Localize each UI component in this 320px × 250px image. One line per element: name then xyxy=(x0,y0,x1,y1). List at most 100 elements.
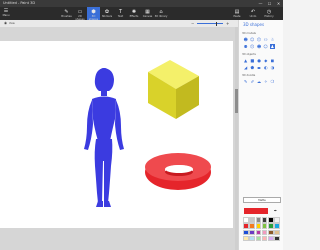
row-obj1-item-icon[interactable]: ▲ xyxy=(243,58,248,63)
color-swatch[interactable] xyxy=(274,235,280,242)
row-doodle-item-icon[interactable]: ☁ xyxy=(256,79,261,84)
minimize-button[interactable]: — xyxy=(256,0,265,7)
color-swatch[interactable] xyxy=(261,235,268,242)
color-swatch[interactable] xyxy=(249,223,255,229)
menu-button[interactable]: ☰ Menu xyxy=(1,8,11,19)
canvas-scene xyxy=(84,60,211,207)
tool-label: 3D library xyxy=(154,14,168,18)
row-obj2-item-icon[interactable]: ◑ xyxy=(270,65,275,70)
drawing-canvas[interactable] xyxy=(0,41,233,228)
tool-label: Effects xyxy=(129,14,139,18)
zoom-slider[interactable] xyxy=(197,21,223,26)
models-row-2: ⚉ ☹ ☻ ☺ ♟ xyxy=(243,44,276,50)
row-models1-item-icon[interactable]: ☃ xyxy=(270,37,275,42)
color-swatch[interactable] xyxy=(243,223,249,229)
panel-title: 3D shapes xyxy=(243,22,265,27)
color-swatch[interactable] xyxy=(274,229,280,236)
row-doodle-item-icon[interactable]: ❍ xyxy=(270,79,275,84)
tool-text[interactable]: T Text xyxy=(114,7,127,20)
row-models1-item-icon[interactable]: ☹ xyxy=(256,37,261,42)
tool-paste[interactable]: ▤ Paste xyxy=(230,7,244,20)
color-swatch[interactable] xyxy=(255,235,262,242)
material-dropdown[interactable]: Matte xyxy=(243,197,281,203)
section-3d-models: 3D models xyxy=(242,32,256,35)
view-icon[interactable]: ◉ xyxy=(4,21,7,25)
zoom-in-icon[interactable]: + xyxy=(226,21,229,26)
view-controls-bar: ◉ View − + xyxy=(0,20,238,27)
view-label: View xyxy=(9,21,15,25)
torus[interactable] xyxy=(145,153,211,190)
tool-history[interactable]: ◷ History xyxy=(262,7,276,20)
models-row-1: ☻ ☺ ☹ ⚇ ☃ xyxy=(243,37,275,42)
section-3d-objects: 3D objects xyxy=(242,53,256,56)
zoom-out-icon[interactable]: − xyxy=(191,21,194,26)
row-obj2-item-icon[interactable]: ⬟ xyxy=(250,65,255,70)
woman-model[interactable] xyxy=(84,68,124,207)
row-obj2-item-icon[interactable]: ◢ xyxy=(243,65,248,70)
color-swatch[interactable] xyxy=(255,217,262,223)
current-color-swatch[interactable] xyxy=(244,208,268,214)
row-models2-item-icon[interactable]: ☹ xyxy=(250,44,255,49)
row-models1-item-icon[interactable]: ☻ xyxy=(243,37,248,42)
row-obj2-item-icon[interactable]: ⬬ xyxy=(256,65,261,70)
row-obj2-item-icon[interactable]: ◐ xyxy=(263,65,268,70)
maximize-button[interactable]: ☐ xyxy=(265,0,274,7)
color-swatch[interactable] xyxy=(268,235,274,242)
tool-undo[interactable]: ↶ Undo xyxy=(246,7,260,20)
row-models2-item-icon[interactable]: ☺ xyxy=(263,44,268,49)
color-swatch[interactable] xyxy=(268,229,274,236)
tool-stickers[interactable]: ✿ Stickers xyxy=(101,7,114,20)
tool-label: Text xyxy=(117,14,124,18)
color-swatch[interactable] xyxy=(274,223,280,229)
row-doodle-item-icon[interactable]: ✧ xyxy=(263,79,268,84)
row-obj1-item-icon[interactable]: ● xyxy=(256,58,261,63)
tool-brushes[interactable]: ✎ Brushes xyxy=(60,7,73,20)
zoom-slider-thumb[interactable] xyxy=(215,21,218,26)
color-swatch[interactable] xyxy=(274,217,280,223)
menu-label: Menu xyxy=(2,14,10,17)
row-models2-item-icon[interactable]: ♟ xyxy=(269,44,276,50)
color-swatch[interactable] xyxy=(249,217,255,223)
color-swatch[interactable] xyxy=(249,229,255,236)
close-button[interactable]: ✕ xyxy=(274,0,283,7)
color-swatch[interactable] xyxy=(243,235,249,242)
objects-row-1: ▲ ■ ● ◆ ◼ xyxy=(243,58,275,63)
title-bar: Untitled - Paint 3D — ☐ ✕ xyxy=(0,0,283,7)
tool-label: Brushes xyxy=(61,14,72,18)
main-toolbar: ✎ Brushes ▭ 2D shapes ⬢ 3D shapes ✿ Stickers T Te… xyxy=(0,7,283,21)
tool-canvas[interactable]: ▦ Canvas xyxy=(141,7,154,20)
tool-effects[interactable]: ✺ Effects xyxy=(128,7,141,20)
row-doodle-item-icon[interactable]: ✎ xyxy=(243,79,248,84)
tool-3d-shapes[interactable]: ⬢ 3D shapes xyxy=(87,7,100,21)
tool-label: Canvas xyxy=(142,14,153,18)
row-obj1-item-icon[interactable]: ■ xyxy=(250,58,255,63)
row-doodle-item-icon[interactable]: ✐ xyxy=(250,79,255,84)
color-palette xyxy=(243,217,281,242)
tool-label: History xyxy=(264,14,274,18)
cube[interactable] xyxy=(148,60,199,119)
row-obj1-item-icon[interactable]: ◆ xyxy=(263,58,268,63)
row-models1-item-icon[interactable]: ☺ xyxy=(250,37,255,42)
row-obj1-item-icon[interactable]: ◼ xyxy=(270,58,275,63)
color-swatch[interactable] xyxy=(243,229,249,236)
objects-row-2: ◢ ⬟ ⬬ ◐ ◑ xyxy=(243,65,275,70)
color-swatch[interactable] xyxy=(249,235,255,242)
window-title: Untitled - Paint 3D xyxy=(3,1,36,5)
color-swatch[interactable] xyxy=(255,223,262,229)
tool-3d-library[interactable]: ⌂ 3D library xyxy=(155,7,168,20)
eyedropper-icon[interactable]: ✒ xyxy=(272,208,279,214)
color-swatch[interactable] xyxy=(268,217,274,223)
tool-2d-shapes[interactable]: ▭ 2D shapes xyxy=(74,7,87,21)
color-swatch[interactable] xyxy=(261,223,268,229)
properties-panel: 3D shapes 3D models ☻ ☺ ☹ ⚇ ☃ ⚉ ☹ ☻ ☺ ♟ 3D objec… xyxy=(238,20,283,250)
tool-label: Stickers xyxy=(101,14,113,18)
color-swatch[interactable] xyxy=(261,217,268,223)
row-models1-item-icon[interactable]: ⚇ xyxy=(263,37,268,42)
row-models2-item-icon[interactable]: ⚉ xyxy=(243,44,248,49)
row-models2-item-icon[interactable]: ☻ xyxy=(256,44,261,49)
tool-label: Paste xyxy=(233,14,241,18)
color-swatch[interactable] xyxy=(268,223,274,229)
color-swatch[interactable] xyxy=(261,229,268,236)
color-swatch[interactable] xyxy=(243,217,249,223)
color-swatch[interactable] xyxy=(255,229,262,236)
